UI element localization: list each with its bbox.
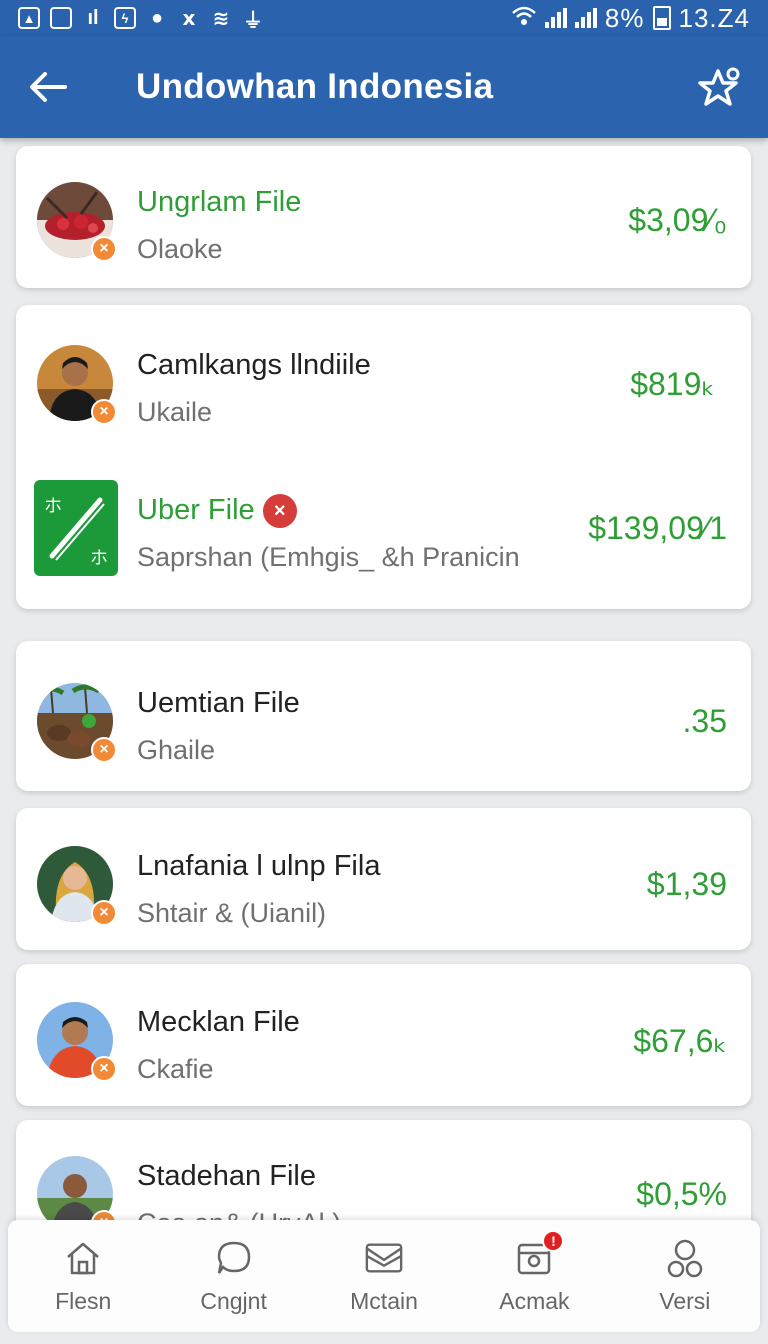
inbox-icon: !	[514, 1229, 565, 1278]
nav-item-inbox[interactable]: ! Acmak	[459, 1220, 609, 1332]
remove-badge-icon[interactable]: ×	[91, 236, 117, 262]
remove-badge-icon[interactable]: ×	[91, 737, 117, 763]
item-amount: $0,5%	[636, 1176, 727, 1212]
list-item[interactable]: × Mecklan File Ckafie $67,6ₖ	[16, 992, 751, 1092]
notification-badge: !	[542, 1229, 565, 1252]
notification-icons: ▲ ıl ϟ ● ⅹ ≋ ⏚	[18, 6, 264, 32]
remove-badge-icon[interactable]: ×	[91, 900, 117, 926]
item-amount: .35	[682, 703, 727, 739]
nav-label: Mctain	[350, 1287, 418, 1314]
bottom-navigation: Flesn Cngjnt Mctain ! Acmak Versi	[8, 1220, 760, 1332]
list-card: × Camlkangs llndiile Ukaile $819ₖ ホホ Ube…	[16, 305, 751, 609]
profile-icon	[665, 1238, 705, 1278]
arrow-left-icon	[30, 72, 67, 102]
nav-item-profile[interactable]: Versi	[610, 1220, 760, 1332]
signal-small-icon: ıl	[87, 6, 99, 29]
avatar: ×	[37, 683, 117, 763]
file-list: × Ungrlam File Olaoke $3,09⁄₀ × Camlkang…	[0, 138, 768, 1220]
item-subtitle: Saprshan (Emhgis_ &h Pranicin	[137, 542, 520, 572]
list-card: × Lnafania l ulnp Fila Shtair & (Uianil)…	[16, 808, 751, 950]
list-card: × Ungrlam File Olaoke $3,09⁄₀	[16, 146, 751, 288]
item-amount: $67,6ₖ	[633, 1023, 727, 1059]
home-icon	[63, 1238, 103, 1278]
item-amount: $139,09⁄1	[588, 510, 727, 546]
list-card: × Mecklan File Ckafie $67,6ₖ	[16, 964, 751, 1106]
nav-label: Flesn	[55, 1287, 112, 1314]
mail-icon	[364, 1238, 404, 1278]
star-icon	[698, 67, 740, 106]
wifi-icon	[511, 3, 537, 34]
list-item[interactable]: × Stadehan File Cea an& (UrvAl ) $0,5%	[16, 1146, 751, 1220]
svg-text:ホ: ホ	[90, 548, 108, 569]
svg-text:ホ: ホ	[44, 496, 62, 517]
list-item[interactable]: × Camlkangs llndiile Ukaile $819ₖ	[16, 335, 751, 435]
nfc-icon: ⅹ	[182, 7, 196, 30]
list-item[interactable]: × Lnafania l ulnp Fila Shtair & (Uianil)…	[16, 836, 751, 936]
gallery-icon: ▲	[18, 7, 40, 29]
item-amount: $3,09⁄₀	[628, 202, 727, 238]
chat-icon	[214, 1238, 254, 1278]
list-card: × Uemtian File Ghaile .35	[16, 641, 751, 791]
favorite-button[interactable]	[690, 57, 750, 117]
app-bar: Undowhan Indonesia	[0, 36, 768, 138]
avatar: ×	[37, 1002, 117, 1082]
signal-icon-1	[544, 8, 567, 28]
list-item[interactable]: × Uemtian File Ghaile .35	[16, 673, 751, 773]
item-amount: $1,39	[646, 866, 727, 902]
battery-percent: 8%	[604, 2, 645, 33]
nav-item-home[interactable]: Flesn	[8, 1220, 158, 1332]
item-amount: $819ₖ	[630, 366, 715, 402]
file-app-icon: ホホ	[34, 480, 118, 576]
page-title: Undowhan Indonesia	[136, 67, 494, 106]
item-title: Ungrlam File	[137, 186, 302, 218]
item-subtitle: Shtair & (Uianil)	[137, 898, 327, 928]
nav-item-mail[interactable]: Mctain	[309, 1220, 459, 1332]
usb-icon: ⏚	[243, 9, 263, 32]
avatar: ×	[37, 846, 117, 926]
item-subtitle: Cea an& (UrvAl )	[137, 1208, 341, 1220]
nav-item-chat[interactable]: Cngjnt	[158, 1220, 308, 1332]
battery-icon	[652, 6, 671, 30]
item-title: Camlkangs llndiile	[137, 349, 371, 381]
avatar: ×	[37, 182, 117, 262]
item-title: Uemtian File	[137, 687, 300, 719]
stack-icon: ≋	[212, 7, 230, 30]
lightning-icon: ϟ	[114, 7, 136, 29]
list-card: × Stadehan File Cea an& (UrvAl ) $0,5%	[16, 1120, 751, 1220]
item-subtitle: Ukaile	[137, 397, 213, 427]
list-item[interactable]: ホホ Uber File × Saprshan (Emhgis_ &h Prani…	[16, 480, 751, 580]
nav-label: Acmak	[499, 1287, 570, 1314]
error-icon[interactable]: ×	[262, 494, 297, 529]
item-title: Lnafania l ulnp Fila	[137, 850, 381, 882]
phone-icon	[50, 7, 72, 29]
item-title-text: Uber File	[137, 494, 255, 526]
item-subtitle: Olaoke	[137, 234, 223, 264]
nav-label: Cngjnt	[200, 1287, 267, 1314]
back-button[interactable]	[18, 57, 78, 117]
item-subtitle: Ghaile	[137, 735, 216, 765]
nav-label: Versi	[659, 1287, 711, 1314]
remove-badge-icon[interactable]: ×	[91, 1056, 117, 1082]
location-icon: ●	[150, 6, 164, 29]
item-title: Mecklan File	[137, 1006, 300, 1038]
remove-badge-icon[interactable]: ×	[91, 399, 117, 425]
clock: 13.Z4	[678, 2, 750, 33]
status-bar: ▲ ıl ϟ ● ⅹ ≋ ⏚ 8% 13.Z4	[0, 0, 768, 36]
avatar: ×	[37, 1156, 117, 1220]
item-subtitle: Ckafie	[137, 1054, 214, 1084]
system-indicators: 8% 13.Z4	[511, 3, 750, 34]
signal-icon-2	[574, 8, 597, 28]
item-title: Uber File ×	[137, 494, 297, 529]
avatar: ×	[37, 345, 117, 425]
item-title: Stadehan File	[137, 1160, 316, 1192]
list-item[interactable]: × Ungrlam File Olaoke $3,09⁄₀	[16, 172, 751, 272]
